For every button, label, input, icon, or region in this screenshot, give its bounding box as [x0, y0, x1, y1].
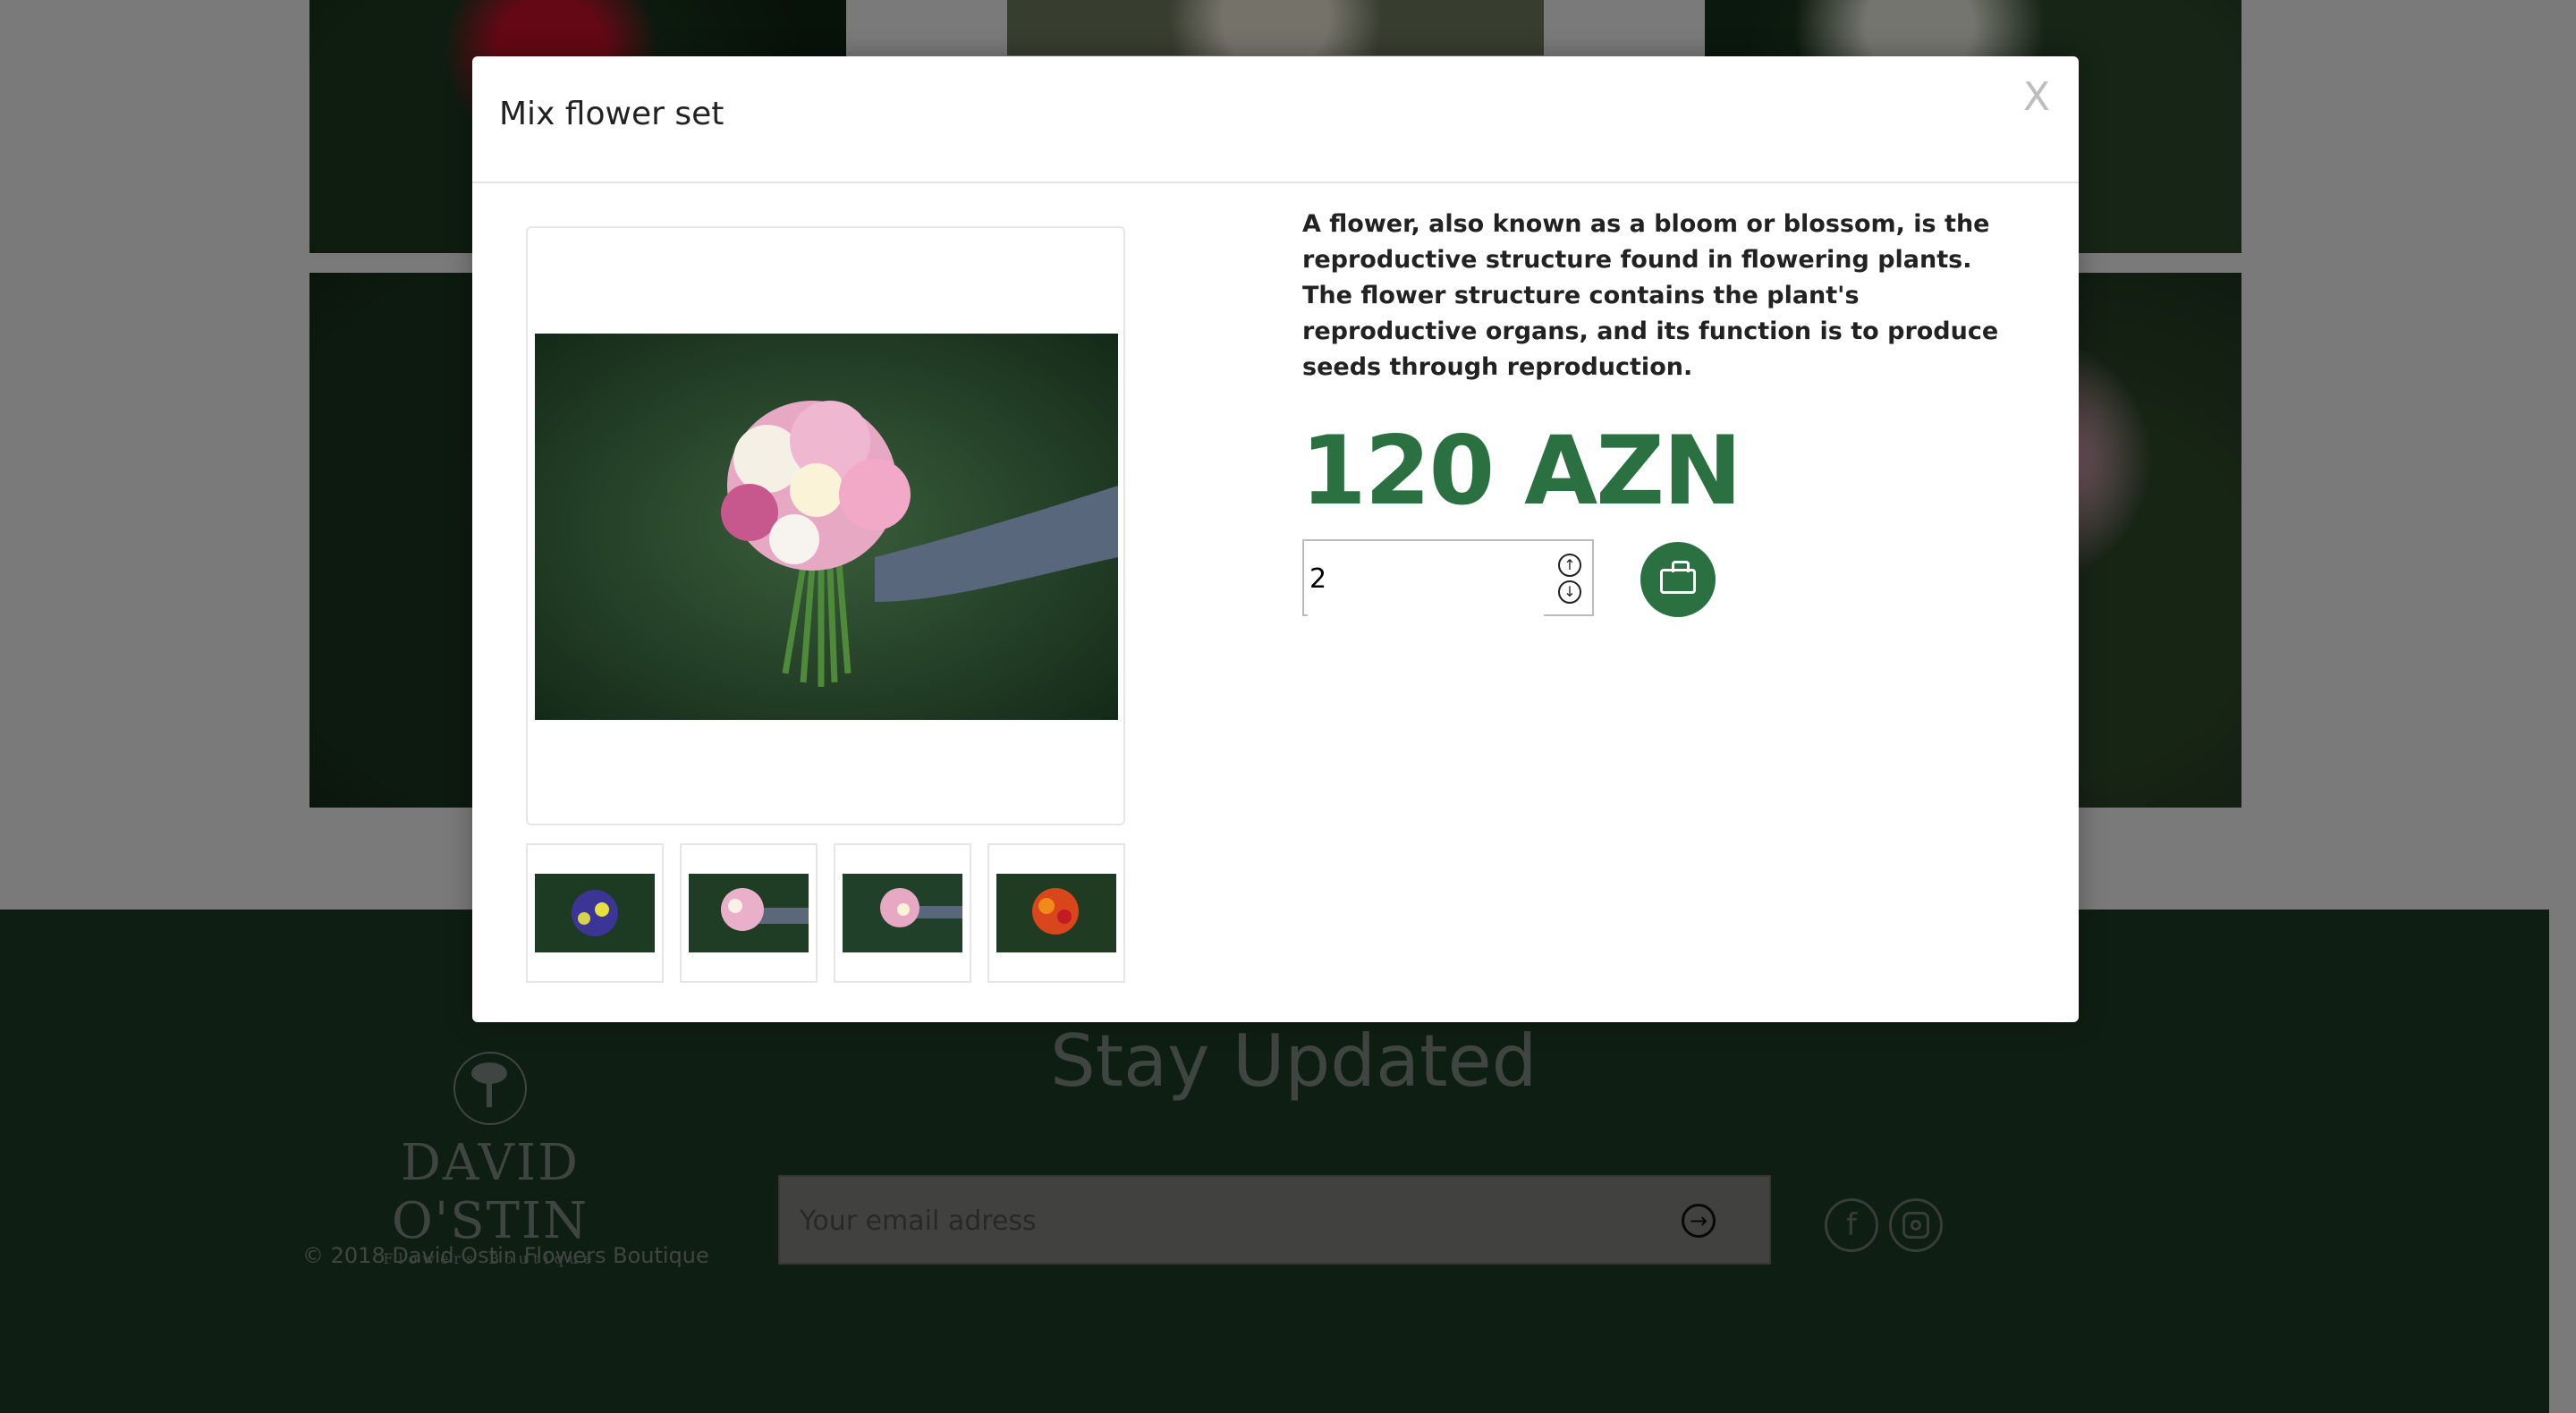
main-product-image — [535, 334, 1118, 720]
thumbnail-strip — [526, 843, 1125, 983]
modal-header: Mix flower set X — [472, 56, 2079, 183]
product-price: 120 AZN — [1301, 416, 1742, 526]
photo-icon — [843, 874, 962, 952]
shopping-bag-icon — [1660, 561, 1696, 594]
thumbnail-mix-bouquet[interactable] — [834, 843, 971, 983]
photo-icon — [689, 874, 809, 952]
close-button[interactable]: X — [2023, 74, 2050, 120]
scrollbar-gutter — [2549, 0, 2576, 1413]
add-to-cart-button[interactable] — [1640, 542, 1716, 617]
quantity-input[interactable] — [1308, 541, 1544, 616]
decrement-arrow-icon[interactable]: ↓ — [1558, 580, 1581, 604]
increment-arrow-icon[interactable]: ↑ — [1558, 554, 1581, 577]
quantity-stepper: ↑ ↓ — [1302, 539, 1594, 616]
thumbnail-red-bouquet[interactable] — [987, 843, 1125, 983]
thumbnail-pink-bouquet[interactable] — [680, 843, 818, 983]
thumbnail-blue-bouquet[interactable] — [526, 843, 664, 983]
product-modal: Mix flower set X A flower, also known as… — [472, 56, 2079, 1022]
main-image-frame — [526, 226, 1125, 825]
photo-icon — [996, 874, 1116, 952]
product-description: A flower, also known as a bloom or bloss… — [1302, 210, 1999, 381]
modal-title: Mix flower set — [499, 96, 724, 132]
photo-icon — [535, 874, 655, 952]
